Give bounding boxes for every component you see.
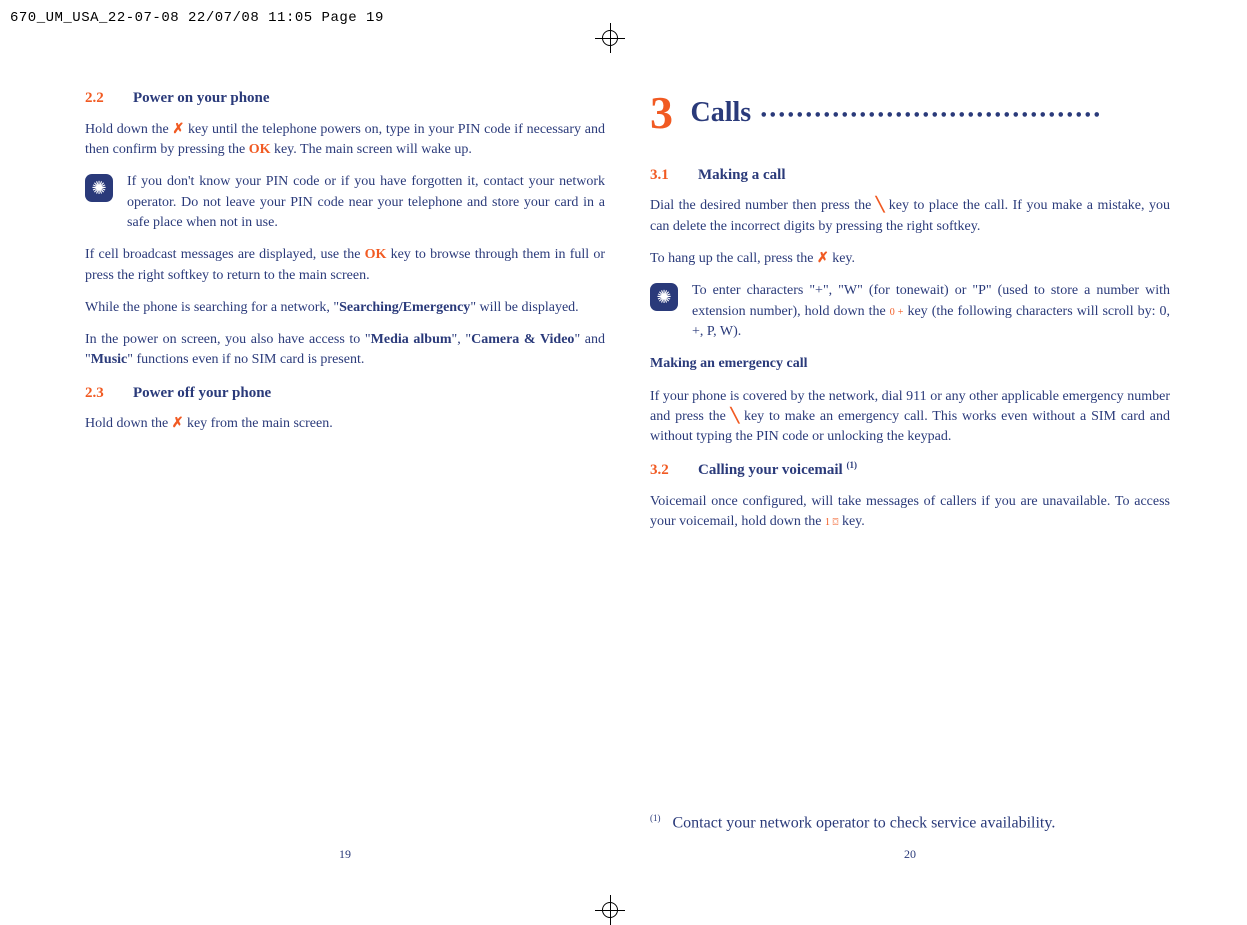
text: key. The main screen will wake up. [270,142,471,157]
text: If cell broadcast messages are displayed… [85,247,365,262]
heading-3-1: 3.1 Making a call [650,165,1170,187]
hangup-key-icon: ✗ [817,251,829,266]
zero-plus-key-icon: 0 + [890,307,904,318]
para: While the phone is searching for a netwo… [85,298,605,318]
para: Voicemail once configured, will take mes… [650,492,1170,533]
text: Calling your voicemail [698,462,846,478]
section-title: Making a call [698,167,786,183]
chapter-title: Calls [691,93,752,134]
heading-2-3: 2.3 Power off your phone [85,383,605,405]
text: ", " [452,332,472,347]
subheading-emergency: Making an emergency call [650,354,1170,374]
section-number: 2.3 [85,383,115,405]
para: Dial the desired number then press the ╲… [650,196,1170,237]
call-key-icon: ╲ [876,198,884,213]
text: Dial the desired number then press the [650,198,876,213]
bold-text: Music [91,352,128,367]
page-number-right: 20 [650,847,1170,862]
text: To hang up the call, press the [650,251,817,266]
chapter-dots: ...................................... [751,93,1102,124]
text: Voicemail once configured, will take mes… [650,494,1170,529]
section-title: Calling your voicemail (1) [698,462,857,478]
bold-text: Searching/Emergency [339,300,470,315]
lightbulb-icon: ✺ [85,174,113,202]
text: key from the main screen. [183,416,332,431]
prepress-header: 670_UM_USA_22-07-08 22/07/08 11:05 Page … [10,10,384,26]
bold-text: Media album [371,332,452,347]
section-title: Power off your phone [133,385,271,401]
para: Hold down the ✗ key from the main screen… [85,414,605,434]
page-right: 3 Calls ................................… [650,80,1170,545]
tip-text: If you don't know your PIN code or if yo… [127,172,605,233]
heading-2-2: 2.2 Power on your phone [85,88,605,110]
text: key. [838,514,864,529]
section-number: 3.2 [650,460,680,482]
chapter-heading: 3 Calls ................................… [650,80,1170,147]
heading-3-2: 3.2 Calling your voicemail (1) [650,459,1170,482]
section-title: Power on your phone [133,90,270,106]
text: key. [829,251,855,266]
text: " will be displayed. [470,300,578,315]
para: If your phone is covered by the network,… [650,387,1170,448]
text: " functions even if no SIM card is prese… [127,352,364,367]
text: Hold down the [85,416,172,431]
footnote-text: Contact your network operator to check s… [673,814,1056,831]
tip-block: ✺ To enter characters "+", "W" (for tone… [650,281,1170,342]
lightbulb-icon: ✺ [650,283,678,311]
power-key-icon: ✗ [172,416,184,431]
para: Hold down the ✗ key until the telephone … [85,120,605,161]
text: Hold down the [85,122,173,137]
text: In the power on screen, you also have ac… [85,332,371,347]
one-voicemail-key-icon: 1 ⌼ [825,517,839,528]
footnote-marker: (1) [650,813,661,823]
para: If cell broadcast messages are displayed… [85,245,605,286]
text: While the phone is searching for a netwo… [85,300,339,315]
tip-text: To enter characters "+", "W" (for tonewa… [692,281,1170,342]
tip-block: ✺ If you don't know your PIN code or if … [85,172,605,233]
page-left: 2.2 Power on your phone Hold down the ✗ k… [85,80,605,447]
para: To hang up the call, press the ✗ key. [650,249,1170,269]
bold-text: Camera & Video [471,332,574,347]
power-key-icon: ✗ [173,122,185,137]
footnote: (1) Contact your network operator to che… [650,813,1170,832]
section-number: 3.1 [650,165,680,187]
para: In the power on screen, you also have ac… [85,330,605,371]
call-key-icon: ╲ [731,409,739,424]
page-number-left: 19 [85,847,605,862]
ok-key-icon: OK [365,247,387,262]
footnote-ref: (1) [846,460,857,470]
section-number: 2.2 [85,88,115,110]
ok-key-icon: OK [249,142,271,157]
chapter-number: 3 [650,80,673,147]
